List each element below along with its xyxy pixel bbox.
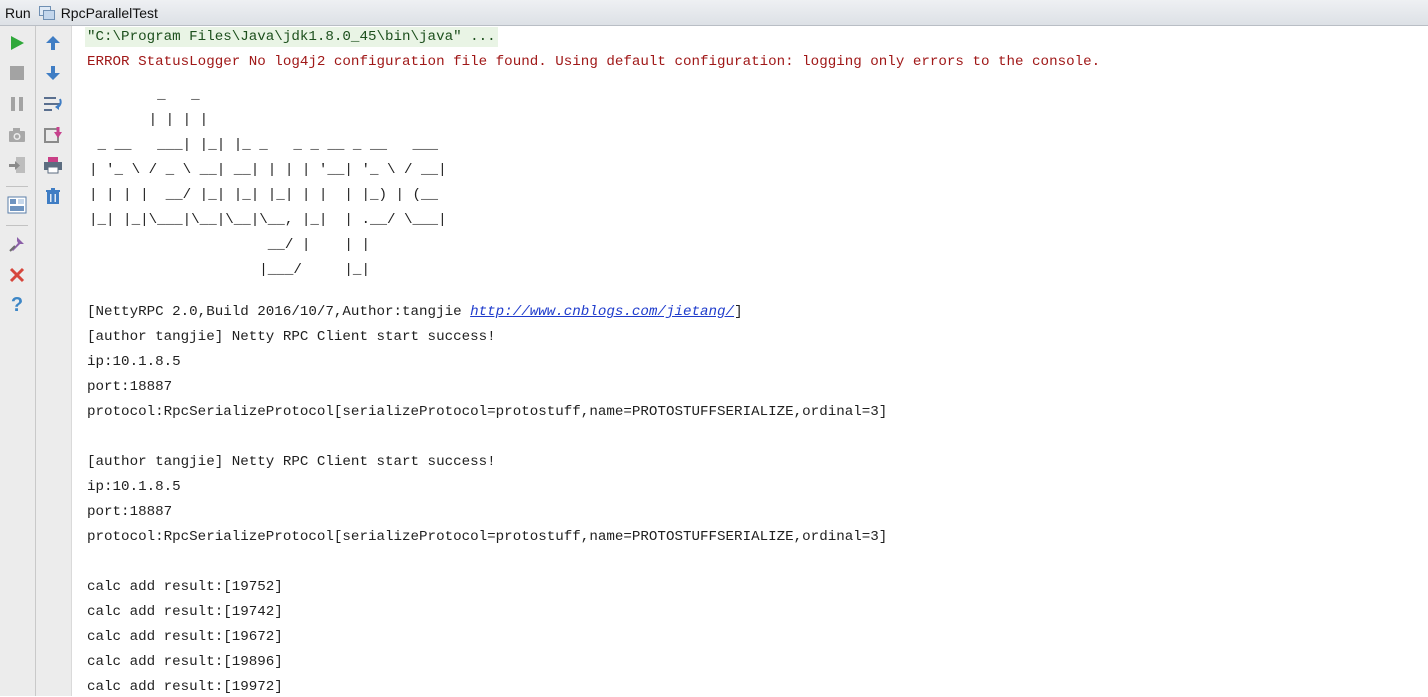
result-line: calc add result:[19752] bbox=[87, 579, 283, 595]
result-line: calc add result:[19742] bbox=[87, 604, 283, 620]
run-config-tab[interactable]: RpcParallelTest bbox=[61, 5, 158, 21]
banner-suffix: ] bbox=[734, 304, 743, 320]
banner-prefix: [NettyRPC 2.0,Build 2016/10/7,Author:tan… bbox=[87, 304, 471, 320]
help-icon[interactable]: ? bbox=[4, 292, 30, 318]
console-actions-toolbar bbox=[36, 26, 72, 696]
print-icon[interactable] bbox=[40, 152, 66, 178]
run-config-icon bbox=[38, 6, 55, 20]
command-line: "C:\Program Files\Java\jdk1.8.0_45\bin\j… bbox=[85, 27, 498, 47]
banner-line: [NettyRPC 2.0,Build 2016/10/7,Author:tan… bbox=[87, 302, 743, 322]
client-start-line: [author tangjie] Netty RPC Client start … bbox=[87, 454, 496, 470]
ascii-banner: _ _ | | | | _ __ ___| |_| |_ _ _ _ __ _ … bbox=[89, 87, 447, 278]
console-output[interactable]: "C:\Program Files\Java\jdk1.8.0_45\bin\j… bbox=[72, 26, 1428, 696]
client-port-line: port:18887 bbox=[87, 379, 173, 395]
client-start-line: [author tangjie] Netty RPC Client start … bbox=[87, 329, 496, 345]
result-line: calc add result:[19672] bbox=[87, 629, 283, 645]
close-icon[interactable] bbox=[4, 262, 30, 288]
run-icon[interactable] bbox=[4, 30, 30, 56]
run-actions-toolbar: ? bbox=[0, 26, 36, 696]
pin-icon[interactable] bbox=[4, 231, 30, 257]
client-protocol-line: protocol:RpcSerializeProtocol[serializeP… bbox=[87, 404, 888, 420]
camera-icon[interactable] bbox=[4, 122, 30, 148]
soft-wrap-icon[interactable] bbox=[40, 91, 66, 117]
client-port-line: port:18887 bbox=[87, 504, 173, 520]
scroll-to-end-icon[interactable] bbox=[40, 122, 66, 148]
run-tool-window-header: Run RpcParallelTest bbox=[0, 0, 1428, 26]
client-ip-line: ip:10.1.8.5 bbox=[87, 479, 181, 495]
banner-link[interactable]: http://www.cnblogs.com/jietang/ bbox=[470, 304, 734, 320]
result-line: calc add result:[19972] bbox=[87, 679, 283, 695]
run-label: Run bbox=[5, 4, 31, 21]
trash-icon[interactable] bbox=[40, 183, 66, 209]
client-protocol-line: protocol:RpcSerializeProtocol[serializeP… bbox=[87, 529, 888, 545]
pause-icon[interactable] bbox=[4, 91, 30, 117]
exit-icon[interactable] bbox=[4, 152, 30, 178]
client-ip-line: ip:10.1.8.5 bbox=[87, 354, 181, 370]
result-line: calc add result:[19896] bbox=[87, 654, 283, 670]
arrow-up-icon[interactable] bbox=[40, 30, 66, 56]
arrow-down-icon[interactable] bbox=[40, 60, 66, 86]
error-line: ERROR StatusLogger No log4j2 configurati… bbox=[87, 54, 1101, 70]
layout-icon[interactable] bbox=[4, 192, 30, 218]
stop-icon[interactable] bbox=[4, 60, 30, 86]
